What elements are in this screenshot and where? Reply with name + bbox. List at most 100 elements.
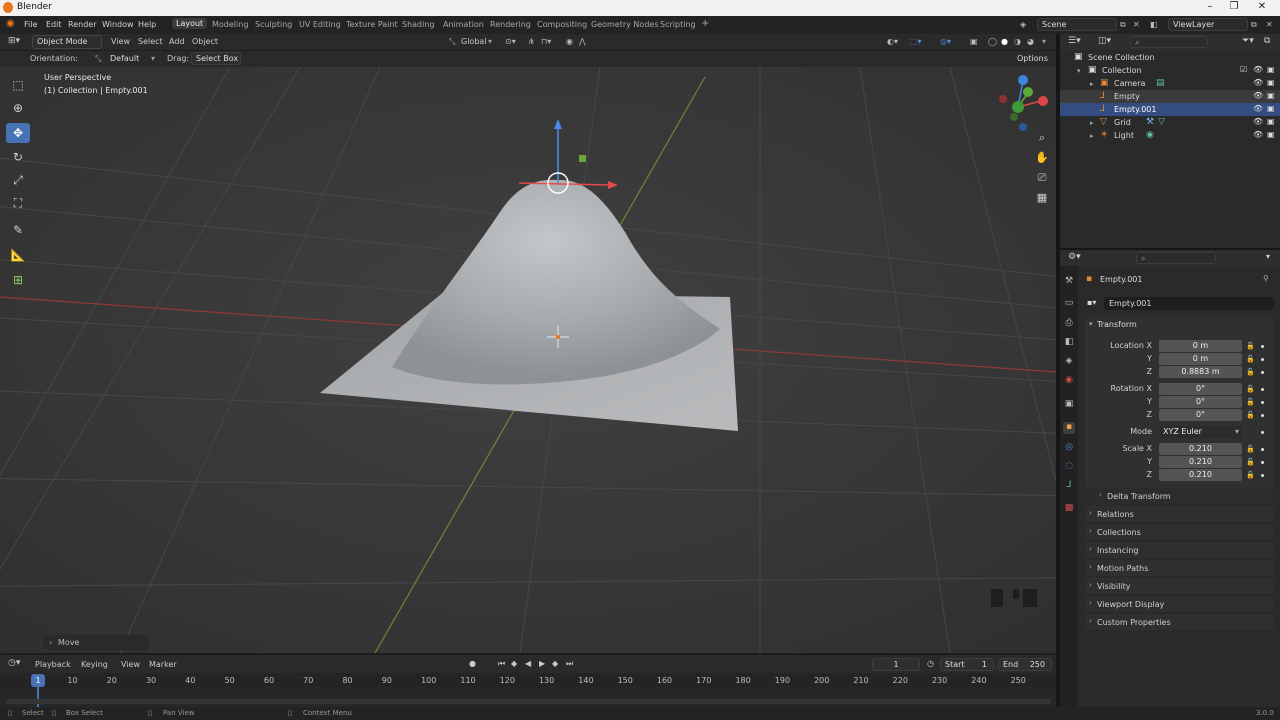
shading-options-icon[interactable]: ▾ [1042, 37, 1046, 46]
transform-orientation-selector[interactable]: Global [461, 37, 487, 46]
properties-editor-icon[interactable]: ⚙▾ [1068, 252, 1081, 262]
menu-render[interactable]: Render [68, 20, 96, 29]
lock-icon[interactable]: 🔓 [1246, 458, 1255, 466]
add-workspace-button[interactable]: + [701, 18, 709, 29]
new-scene-icon[interactable]: ⧉ [1120, 20, 1126, 30]
menu-marker[interactable]: Marker [149, 660, 177, 669]
last-operator-panel[interactable]: › Move [43, 635, 149, 650]
jump-start-icon[interactable]: ⏮ [498, 659, 505, 669]
xray-icon[interactable]: ▣ [970, 37, 978, 46]
tab-geometry-nodes[interactable]: Geometry Nodes [591, 20, 658, 29]
eye-icon[interactable]: 👁 [1253, 104, 1263, 113]
location-z-field[interactable]: 0.8883 m [1159, 366, 1242, 378]
keyframe-dot[interactable] [1261, 345, 1264, 348]
timeline-editor-icon[interactable]: ◷▾ [8, 658, 20, 668]
tab-sculpting[interactable]: Sculpting [255, 20, 292, 29]
lock-icon[interactable]: 🔓 [1246, 355, 1255, 363]
menu-help[interactable]: Help [138, 20, 156, 29]
view-layer-icon[interactable]: ◧ [1150, 20, 1158, 29]
tab-modeling[interactable]: Modeling [212, 20, 248, 29]
current-frame-field[interactable]: 1 [872, 658, 920, 671]
editor-type-icon[interactable]: ⊞▾ [8, 36, 20, 46]
view-layer-selector[interactable]: ViewLayer [1168, 18, 1248, 31]
outliner-collection[interactable]: ▾ ▣ Collection ☑ 👁 ▣ [1060, 64, 1280, 77]
navigation-gizmo[interactable] [990, 74, 1052, 134]
3d-viewport[interactable]: ⌕ ✋ ⎚ ▦ User Perspective (1) Collection … [0, 67, 1056, 653]
eye-icon[interactable]: 👁 [1253, 65, 1263, 74]
tab-uv-editing[interactable]: UV Editing [299, 20, 341, 29]
scene-selector[interactable]: Scene [1037, 18, 1117, 31]
world-tab-icon[interactable]: ◉ [1063, 375, 1075, 387]
eye-icon[interactable]: 👁 [1253, 130, 1263, 139]
exclude-checkbox[interactable]: ☑ [1240, 65, 1247, 74]
menu-keying[interactable]: Keying [81, 660, 108, 669]
add-cube-tool[interactable]: ⊞ [6, 270, 30, 290]
custom-properties-panel[interactable]: › Custom Properties [1085, 614, 1274, 630]
lock-icon[interactable]: 🔓 [1246, 342, 1255, 350]
keyframe-dot[interactable] [1261, 431, 1264, 434]
object-data-tab-icon[interactable]: ⅃ [1063, 480, 1075, 492]
render-icon[interactable]: ▣ [1267, 130, 1275, 139]
eye-icon[interactable]: 👁 [1253, 91, 1263, 100]
tab-compositing[interactable]: Compositing [537, 20, 587, 29]
lock-icon[interactable]: 🔓 [1246, 385, 1255, 393]
scale-y-field[interactable]: 0.210 [1159, 456, 1242, 468]
outliner-item-light[interactable]: ▸ ☀ Light ◉ 👁 ▣ [1060, 129, 1280, 142]
eye-icon[interactable]: 👁 [1253, 117, 1263, 126]
motion-paths-panel[interactable]: › Motion Paths [1085, 560, 1274, 576]
menu-timeline-view[interactable]: View [121, 660, 140, 669]
rendered-shading-icon[interactable]: ◕ [1027, 37, 1034, 46]
render-tab-icon[interactable]: ▭ [1063, 298, 1075, 310]
visibility-panel[interactable]: › Visibility [1085, 578, 1274, 594]
play-icon[interactable]: ▶ [539, 659, 545, 668]
delete-scene-icon[interactable]: ✕ [1133, 20, 1140, 29]
rotate-tool[interactable]: ↻ [6, 147, 30, 167]
ortho-grid-icon[interactable]: ▦ [1033, 191, 1051, 209]
tab-animation[interactable]: Animation [443, 20, 484, 29]
menu-select[interactable]: Select [138, 37, 163, 46]
instancing-panel[interactable]: › Instancing [1085, 542, 1274, 558]
menu-view[interactable]: View [111, 37, 130, 46]
chevron-down-icon[interactable]: ▾ [1266, 252, 1270, 261]
start-frame-field[interactable]: Start 1 [940, 658, 994, 671]
wireframe-shading-icon[interactable]: ◯ [988, 37, 997, 46]
scale-x-field[interactable]: 0.210 [1159, 443, 1242, 455]
tab-shading[interactable]: Shading [402, 20, 435, 29]
keyframe-dot[interactable] [1261, 461, 1264, 464]
keyframe-dot[interactable] [1261, 448, 1264, 451]
lock-icon[interactable]: 🔓 [1246, 411, 1255, 419]
gizmo-yz-plane-handle[interactable] [579, 155, 586, 162]
play-reverse-icon[interactable]: ◀ [525, 659, 531, 668]
tab-texture-paint[interactable]: Texture Paint [346, 20, 398, 29]
scene-icon[interactable]: ◈ [1020, 20, 1026, 29]
menu-window[interactable]: Window [102, 20, 134, 29]
new-collection-icon[interactable]: ⧉ [1264, 36, 1270, 46]
visibility-icon[interactable]: ◐▾ [887, 37, 898, 46]
object-type-icon[interactable]: ▪▾ [1087, 298, 1096, 307]
location-x-field[interactable]: 0 m [1159, 340, 1242, 352]
cursor-tool[interactable]: ⊕ [6, 98, 30, 118]
jump-end-icon[interactable]: ⏭ [566, 659, 573, 669]
filter-icon[interactable]: ⏷▾ [1242, 36, 1254, 46]
properties-search-input[interactable]: ⌕ [1136, 252, 1216, 264]
keyframe-dot[interactable] [1261, 388, 1264, 391]
view-layer-tab-icon[interactable]: ◧ [1063, 337, 1075, 349]
object-tab-icon[interactable]: ▪ [1063, 422, 1075, 434]
solid-shading-icon[interactable]: ● [1001, 37, 1008, 46]
snap-target-icon[interactable]: ⊓▾ [541, 37, 551, 46]
collections-panel[interactable]: › Collections [1085, 524, 1274, 540]
tab-rendering[interactable]: Rendering [490, 20, 531, 29]
menu-add[interactable]: Add [169, 37, 185, 46]
close-icon[interactable]: ✕ [1252, 1, 1272, 12]
relations-panel[interactable]: › Relations [1085, 506, 1274, 522]
lock-icon[interactable]: 🔓 [1246, 398, 1255, 406]
chevron-down-icon[interactable]: ▾ [1089, 320, 1093, 328]
rotation-y-field[interactable]: 0° [1159, 396, 1242, 408]
new-view-layer-icon[interactable]: ⧉ [1251, 20, 1257, 30]
lock-icon[interactable]: 🔓 [1246, 368, 1255, 376]
overlay-icon[interactable]: ◎▾ [940, 37, 951, 46]
lock-icon[interactable]: 🔓 [1246, 471, 1255, 479]
viewport-display-panel[interactable]: › Viewport Display [1085, 596, 1274, 612]
next-keyframe-icon[interactable]: ◆ [552, 659, 558, 668]
render-icon[interactable]: ▣ [1267, 78, 1275, 87]
